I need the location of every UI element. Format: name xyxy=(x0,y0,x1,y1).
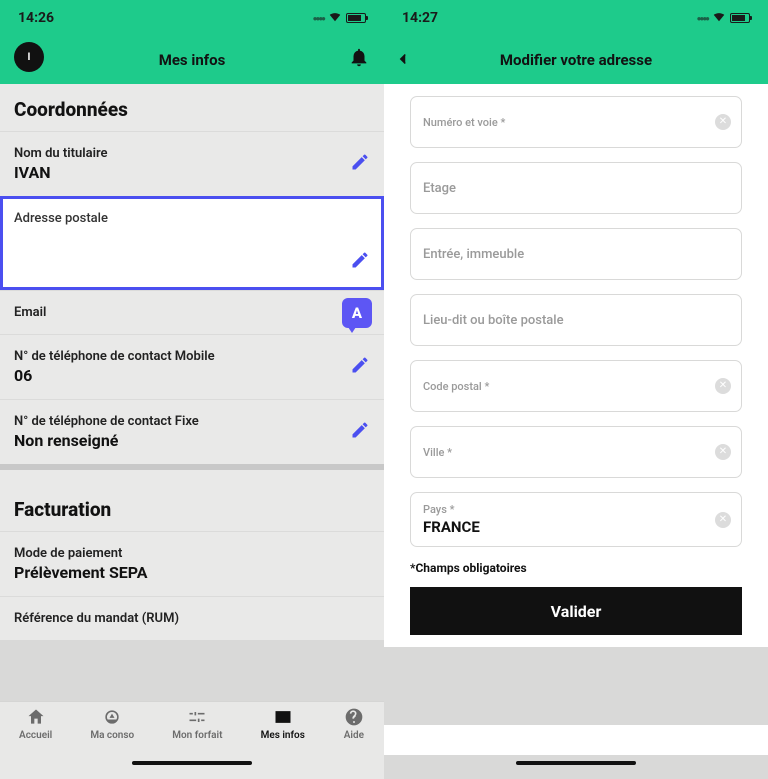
row-mobile-label: N° de téléphone de contact Mobile xyxy=(14,349,370,364)
header-bar: I Mes infos xyxy=(0,36,384,84)
tab-forfait[interactable]: Mon forfait xyxy=(172,706,222,741)
row-paymode[interactable]: Mode de paiement Prélèvement SEPA xyxy=(0,531,384,596)
id-card-icon xyxy=(272,706,294,728)
tab-label: Accueil xyxy=(19,730,52,741)
tab-label: Ma conso xyxy=(90,730,134,741)
row-rum[interactable]: Référence du mandat (RUM) xyxy=(0,596,384,640)
validate-label: Valider xyxy=(551,602,602,621)
pen-icon[interactable] xyxy=(350,355,370,379)
clear-icon[interactable]: ✕ xyxy=(715,114,731,130)
row-address[interactable]: Adresse postale xyxy=(0,196,384,290)
home-indicator xyxy=(0,755,384,779)
field-num-voie[interactable]: Numéro et voie * ✕ xyxy=(410,96,742,148)
status-time: 14:26 xyxy=(18,10,54,26)
tab-aide[interactable]: Aide xyxy=(343,706,365,741)
pen-icon[interactable] xyxy=(350,152,370,176)
sliders-icon xyxy=(186,706,208,728)
home-icon xyxy=(25,706,47,728)
tab-conso[interactable]: Ma conso xyxy=(90,706,134,741)
home-indicator xyxy=(384,755,768,779)
field-label: Code postal * xyxy=(423,380,729,393)
row-fixed[interactable]: N° de téléphone de contact Fixe Non rens… xyxy=(0,399,384,464)
header-bar: Modifier votre adresse xyxy=(384,36,768,84)
help-icon xyxy=(343,706,365,728)
status-time: 14:27 xyxy=(402,10,438,26)
field-lieudit[interactable]: Lieu-dit ou boîte postale xyxy=(410,294,742,346)
bell-icon[interactable] xyxy=(348,46,370,68)
section-title-coordonnees: Coordonnées xyxy=(0,84,384,131)
clear-icon[interactable]: ✕ xyxy=(715,444,731,460)
gauge-icon xyxy=(101,706,123,728)
field-cp[interactable]: Code postal * ✕ xyxy=(410,360,742,412)
avatar[interactable]: I xyxy=(14,42,44,72)
page-title: Mes infos xyxy=(159,51,226,69)
tab-label: Aide xyxy=(344,730,364,741)
row-email[interactable]: Email A xyxy=(0,290,384,334)
row-name-label: Nom du titulaire xyxy=(14,146,370,161)
battery-icon xyxy=(730,13,750,23)
avatar-initial: I xyxy=(28,52,31,63)
row-email-label: Email xyxy=(14,305,370,320)
field-label: Lieu-dit ou boîte postale xyxy=(423,313,729,328)
row-paymode-label: Mode de paiement xyxy=(14,546,370,561)
row-fixed-label: N° de téléphone de contact Fixe xyxy=(14,414,370,429)
field-label: Entrée, immeuble xyxy=(423,247,729,262)
field-pays[interactable]: Pays * FRANCE ✕ xyxy=(410,492,742,547)
row-rum-label: Référence du mandat (RUM) xyxy=(14,611,370,626)
tab-infos[interactable]: Mes infos xyxy=(261,706,305,741)
badge-a-icon[interactable]: A xyxy=(342,298,372,328)
row-paymode-value: Prélèvement SEPA xyxy=(14,563,370,582)
clear-icon[interactable]: ✕ xyxy=(715,512,731,528)
validate-button[interactable]: Valider xyxy=(410,587,742,635)
field-ville[interactable]: Ville * ✕ xyxy=(410,426,742,478)
wifi-icon xyxy=(328,9,342,27)
row-address-label: Adresse postale xyxy=(14,211,370,226)
row-name[interactable]: Nom du titulaire IVAN xyxy=(0,131,384,196)
row-mobile[interactable]: N° de téléphone de contact Mobile 06 xyxy=(0,334,384,399)
row-fixed-value: Non renseigné xyxy=(14,431,370,450)
status-bar: 14:27 ●●●● xyxy=(384,0,768,36)
tab-accueil[interactable]: Accueil xyxy=(19,706,52,741)
required-note: *Champs obligatoires xyxy=(410,561,742,575)
section-title-facturation: Facturation xyxy=(0,470,384,531)
tab-label: Mon forfait xyxy=(172,730,222,741)
status-bar: 14:26 ●●●● xyxy=(0,0,384,36)
field-label: Etage xyxy=(423,181,729,196)
cell-signal-icon: ●●●● xyxy=(313,14,324,23)
row-mobile-value: 06 xyxy=(14,366,370,385)
field-label: Numéro et voie * xyxy=(423,116,729,129)
tab-label: Mes infos xyxy=(261,730,305,741)
pen-icon[interactable] xyxy=(350,250,370,274)
clear-icon[interactable]: ✕ xyxy=(715,378,731,394)
field-entree[interactable]: Entrée, immeuble xyxy=(410,228,742,280)
field-etage[interactable]: Etage xyxy=(410,162,742,214)
tab-bar: Accueil Ma conso Mon forfait Mes infos A… xyxy=(0,701,384,755)
cell-signal-icon: ●●●● xyxy=(697,14,708,23)
field-value: FRANCE xyxy=(423,518,729,536)
back-button[interactable] xyxy=(394,50,412,72)
pen-icon[interactable] xyxy=(350,420,370,444)
wifi-icon xyxy=(712,9,726,27)
bottom-filler xyxy=(384,647,768,725)
page-title: Modifier votre adresse xyxy=(500,51,652,69)
row-name-value: IVAN xyxy=(14,163,370,182)
field-label: Ville * xyxy=(423,446,729,459)
field-label: Pays * xyxy=(423,503,729,516)
battery-icon xyxy=(346,13,366,23)
